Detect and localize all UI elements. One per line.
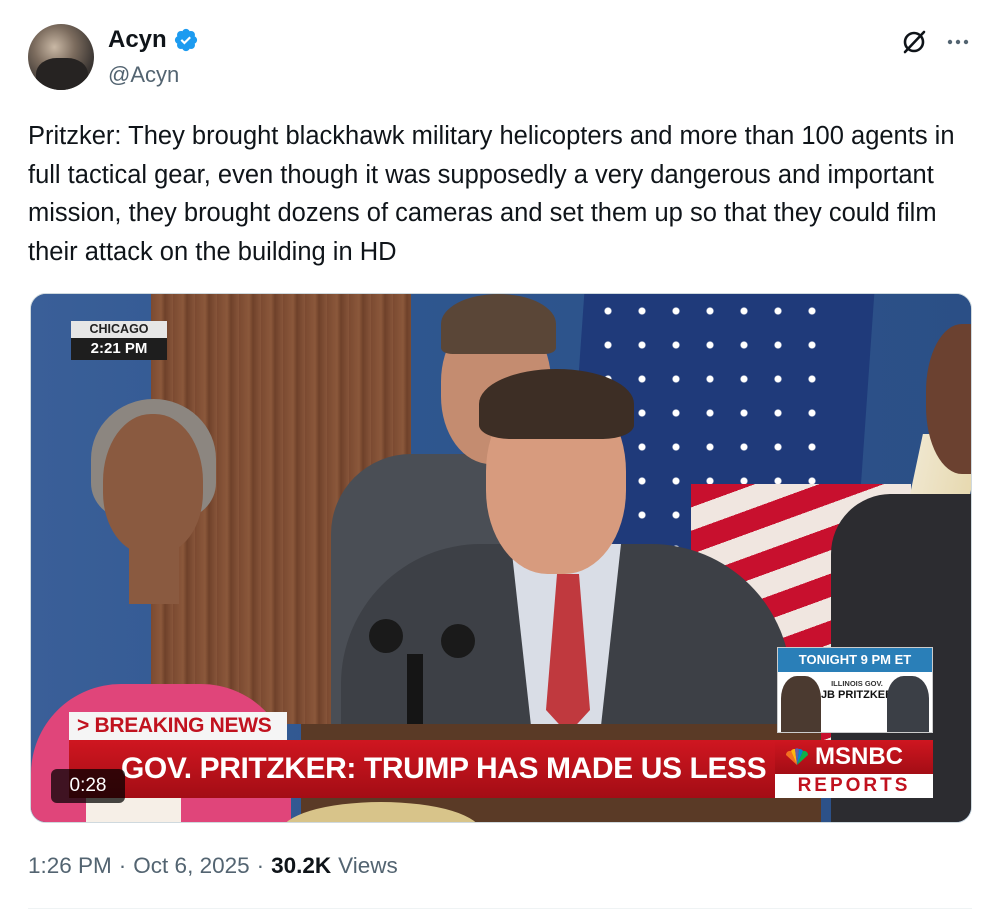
promo-guest-thumbnail	[887, 676, 929, 732]
breaking-news-label: > BREAKING NEWS	[69, 712, 287, 740]
verified-badge-icon	[174, 28, 197, 52]
promo-header: TONIGHT 9 PM ET	[778, 648, 932, 672]
video-player[interactable]: CHICAGO 2:21 PM TONIGHT 9 PM ET ILLINOIS…	[30, 293, 972, 823]
location-label: CHICAGO	[71, 321, 167, 338]
promo-host-thumbnail	[781, 676, 821, 732]
grok-icon[interactable]	[900, 28, 928, 56]
tweet-header: Acyn @Acyn	[28, 24, 972, 94]
network-name: MSNBC	[815, 743, 903, 770]
tweet-date[interactable]: Oct 6, 2025	[133, 853, 249, 879]
avatar[interactable]	[28, 24, 94, 90]
network-logo-top: MSNBC	[775, 740, 933, 774]
microphone-stand	[407, 654, 423, 724]
promo-name: JB PRITZKER	[820, 689, 894, 701]
person-left-face	[103, 414, 203, 554]
promo-subtitle: ILLINOIS GOV.	[831, 679, 883, 688]
meta-separator: ·	[118, 853, 127, 878]
promo-box: TONIGHT 9 PM ET ILLINOIS GOV. JB PRITZKE…	[777, 647, 933, 733]
more-icon[interactable]	[944, 28, 972, 56]
author-display-name[interactable]: Acyn	[108, 26, 167, 54]
person-left-neck	[129, 544, 179, 604]
video-duration: 0:28	[51, 769, 125, 803]
location-time: 2:21 PM	[71, 338, 167, 360]
views-label: Views	[338, 853, 398, 878]
meta-separator: ·	[256, 853, 265, 878]
author-name-row: Acyn	[108, 26, 199, 54]
divider	[28, 908, 972, 909]
person-back-hair	[441, 294, 556, 354]
peacock-icon	[785, 748, 809, 765]
speaker-hair	[479, 369, 634, 439]
tweet-time[interactable]: 1:26 PM	[28, 853, 112, 879]
tweet-text: Pritzker: They brought blackhawk militar…	[28, 122, 955, 266]
news-chyron: GOV. PRITZKER: TRUMP HAS MADE US LESS SA…	[69, 740, 775, 798]
network-logo: MSNBC REPORTS	[775, 740, 933, 798]
views-count: 30.2K	[271, 853, 332, 878]
tweet-meta: 1:26 PM · Oct 6, 2025 · 30.2K Views	[28, 853, 398, 879]
author-handle[interactable]: @Acyn	[108, 62, 179, 88]
location-bug: CHICAGO 2:21 PM	[71, 321, 167, 361]
network-program: REPORTS	[797, 775, 911, 796]
microphone-icon	[441, 624, 475, 658]
microphone-icon	[369, 619, 403, 653]
